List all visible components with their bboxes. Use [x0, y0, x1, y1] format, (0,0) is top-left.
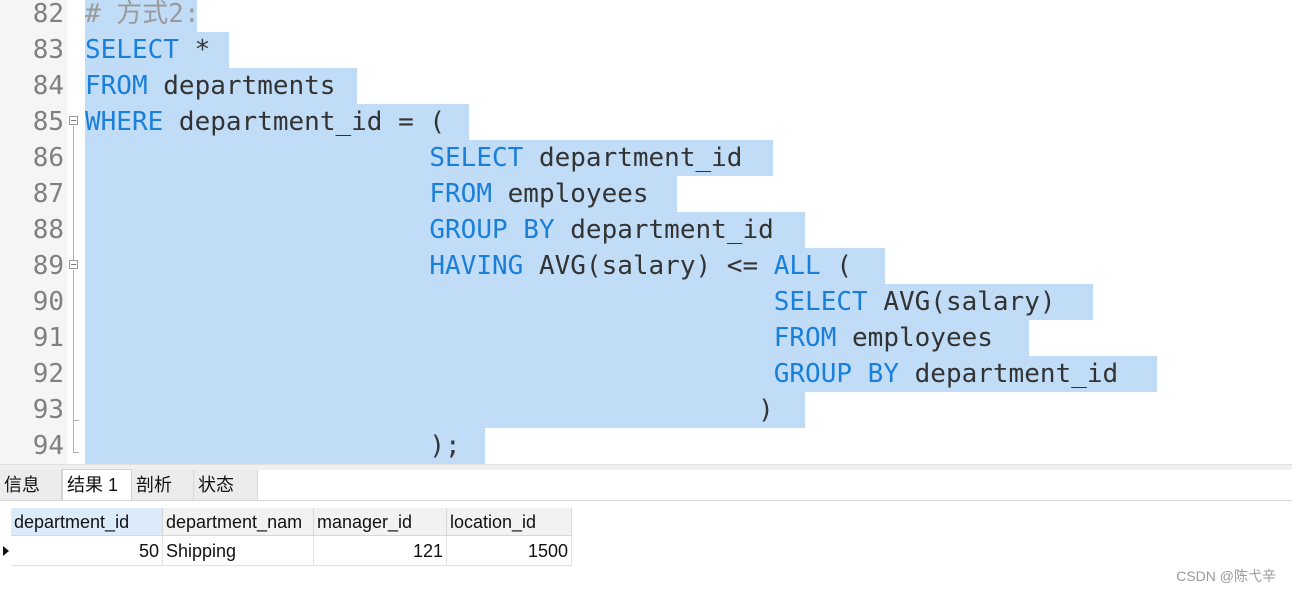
line-number: 91	[32, 323, 64, 353]
code-line[interactable]: SELECT *	[85, 32, 210, 68]
line-number: 87	[32, 179, 64, 209]
code-line[interactable]: FROM departments	[85, 68, 335, 104]
fold-guide	[73, 420, 74, 452]
code-line[interactable]: WHERE department_id = (	[85, 104, 445, 140]
sql-text: (	[820, 251, 853, 281]
sql-text: department_id	[523, 143, 743, 173]
line-number: 88	[32, 215, 64, 245]
code-line[interactable]: HAVING AVG(salary) <= ALL (	[85, 248, 852, 284]
sql-text: department_id	[554, 215, 774, 245]
sql-keyword: GROUP BY	[773, 359, 899, 389]
sql-keyword: FROM	[85, 71, 148, 101]
watermark: CSDN @陈弋辛	[1176, 568, 1276, 584]
selection-highlight	[773, 392, 805, 428]
column-header-department-name[interactable]: department_nam	[163, 508, 314, 536]
sql-text: )	[85, 395, 774, 425]
code-line[interactable]: )	[85, 392, 774, 428]
tab-info[interactable]: 信息	[0, 470, 62, 500]
line-number: 84	[32, 71, 64, 101]
line-number: 85	[32, 107, 64, 137]
line-number: 82	[32, 0, 64, 29]
line-number: 94	[32, 431, 64, 461]
line-number: 90	[32, 287, 64, 317]
code-line[interactable]: SELECT department_id	[85, 140, 742, 176]
sql-keyword: WHERE	[85, 107, 164, 137]
fold-guide	[73, 270, 74, 420]
fold-toggle-line-85[interactable]	[69, 116, 78, 125]
sql-editor[interactable]: # 方式2: SELECT * FROM departments WHERE depa…	[0, 0, 1292, 464]
code-line[interactable]: SELECT AVG(salary)	[85, 284, 1056, 320]
code-line[interactable]: GROUP BY department_id	[85, 212, 774, 248]
column-header-department-id[interactable]: department_id	[11, 508, 163, 536]
code-line[interactable]: # 方式2:	[85, 0, 200, 32]
sql-keyword: ALL	[773, 251, 821, 281]
sql-text: employees	[836, 323, 993, 353]
table-cell[interactable]: 1500	[447, 536, 572, 566]
code-line[interactable]: FROM employees	[85, 320, 993, 356]
sql-keyword: GROUP BY	[429, 215, 555, 245]
sql-text: departments	[147, 71, 336, 101]
code-line[interactable]: GROUP BY department_id	[85, 356, 1118, 392]
current-row-indicator-icon	[3, 546, 9, 556]
sql-text: department_id	[898, 359, 1119, 389]
tab-result-1[interactable]: 结果 1	[62, 469, 132, 500]
code-line[interactable]: FROM employees	[85, 176, 649, 212]
result-grid[interactable]: department_id department_nam manager_id …	[0, 501, 1292, 591]
sql-keyword: FROM	[429, 179, 492, 209]
fold-toggle-line-89[interactable]	[69, 260, 78, 269]
sql-keyword: HAVING	[429, 251, 524, 281]
tab-status[interactable]: 状态	[194, 470, 258, 500]
sql-keyword: SELECT	[773, 287, 868, 317]
code-line[interactable]: );	[85, 428, 461, 464]
line-number: 93	[32, 395, 64, 425]
line-number: 86	[32, 143, 64, 173]
sql-comment: # 方式2:	[85, 0, 200, 29]
column-header-manager-id[interactable]: manager_id	[314, 508, 447, 536]
column-header-location-id[interactable]: location_id	[447, 508, 572, 536]
sql-text: AVG(salary)	[867, 287, 1056, 317]
tab-profile[interactable]: 剖析	[132, 470, 194, 500]
sql-text: department_id = (	[163, 107, 446, 137]
result-tabs: 信息 结果 1 剖析 状态	[0, 469, 1292, 501]
table-cell[interactable]: Shipping	[163, 536, 314, 566]
sql-text: *	[178, 35, 211, 65]
sql-text: );	[85, 431, 461, 461]
sql-text: AVG(salary) <=	[523, 251, 774, 281]
line-number: 89	[32, 251, 64, 281]
sql-keyword: SELECT	[429, 143, 524, 173]
table-cell[interactable]: 50	[11, 536, 163, 566]
table-cell[interactable]: 121	[314, 536, 447, 566]
sql-keyword: SELECT	[85, 35, 179, 65]
fold-guide	[73, 126, 74, 260]
fold-end-marker	[73, 452, 79, 453]
sql-keyword: FROM	[773, 323, 837, 353]
line-number: 92	[32, 359, 64, 389]
line-number: 83	[32, 35, 64, 65]
sql-text: employees	[492, 179, 649, 209]
